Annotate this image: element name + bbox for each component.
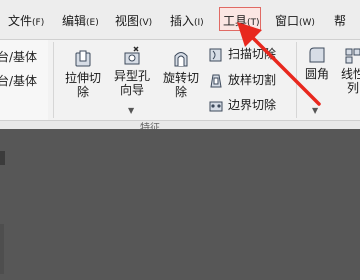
menu-help[interactable]: 帮 (334, 12, 346, 29)
hole-wizard-icon (124, 46, 140, 65)
hole-wizard-button[interactable]: 异型孔 向导 ▼ (108, 46, 156, 115)
fillet-label: 圆角 (304, 67, 329, 81)
boundary-cut-label: 边界切除 (228, 98, 277, 112)
menu-tools-key: (T) (247, 18, 260, 28)
menu-file-label: 文件 (8, 14, 33, 28)
fillet-button[interactable]: 圆角 ▼ (300, 46, 334, 115)
menu-edit[interactable]: 编辑(E) (62, 12, 99, 29)
menu-insert-key: (I) (194, 18, 204, 28)
ribbon-separator (53, 42, 54, 118)
extrude-cut-button[interactable]: 拉伸切 除 (60, 50, 106, 99)
menu-window[interactable]: 窗口(W) (275, 12, 315, 29)
menu-window-label: 窗口 (275, 14, 300, 28)
canvas-shade (0, 224, 4, 274)
revolve-cut-button[interactable]: 旋转切 除 (158, 50, 204, 99)
menu-tools[interactable]: 工具(T) (223, 12, 260, 29)
hole-wizard-label-2: 向导 (119, 83, 144, 97)
boundary-cut-button[interactable]: 边界切除 (208, 96, 276, 114)
command-ribbon: 台/基体 台/基体 拉伸切 除 异型孔 向导 ▼ 旋转切 除 扫描切除 放样切割… (0, 40, 360, 120)
extrude-cut-icon (75, 50, 91, 67)
hole-wizard-dropdown-icon[interactable]: ▼ (128, 104, 134, 118)
menu-insert-label: 插入 (170, 14, 195, 28)
revolve-cut-icon (174, 52, 188, 67)
revolve-cut-label-2: 除 (174, 85, 187, 99)
menu-view-key: (V) (139, 18, 153, 28)
swept-cut-icon (209, 48, 222, 61)
canvas-edge-mark (0, 151, 5, 165)
fillet-icon (309, 47, 325, 63)
extrude-cut-label-1: 拉伸切 (64, 71, 101, 85)
loft-cut-icon (210, 74, 222, 87)
menu-edit-key: (E) (86, 18, 99, 28)
graphics-area[interactable] (0, 129, 360, 280)
loft-cut-button[interactable]: 放样切割 (208, 71, 276, 89)
linear-pattern-label-1: 线性 (340, 67, 360, 81)
linear-pattern-icon (345, 48, 360, 64)
menu-view-label: 视图 (115, 14, 140, 28)
boundary-cut-icon (209, 101, 223, 111)
menu-help-label: 帮 (334, 14, 347, 28)
menu-tools-label: 工具 (223, 14, 248, 28)
menu-insert[interactable]: 插入(I) (170, 12, 204, 29)
revolve-cut-label-1: 旋转切 (162, 71, 199, 85)
menu-window-key: (W) (299, 18, 315, 28)
menu-edit-label: 编辑 (62, 14, 87, 28)
ribbon-left-column: 台/基体 台/基体 (0, 40, 48, 120)
swept-cut-label: 扫描切除 (228, 47, 277, 61)
menu-bar: 文件(F) 编辑(E) 视图(V) 插入(I) 工具(T) 窗口(W) 帮 (0, 0, 360, 40)
boss-base-entry-1[interactable]: 台/基体 (0, 48, 37, 65)
extrude-cut-label-2: 除 (76, 85, 89, 99)
linear-pattern-button[interactable]: 线性 列 (336, 46, 360, 95)
linear-pattern-label-2: 列 (346, 81, 359, 95)
boss-base-entry-2[interactable]: 台/基体 (0, 72, 37, 89)
swept-cut-button[interactable]: 扫描切除 (208, 45, 276, 63)
fillet-dropdown-icon[interactable]: ▼ (312, 104, 318, 118)
loft-cut-label: 放样切割 (228, 73, 277, 87)
hole-wizard-label-1: 异型孔 (113, 69, 150, 83)
menu-file[interactable]: 文件(F) (8, 12, 44, 29)
menu-file-key: (F) (32, 18, 45, 28)
menu-view[interactable]: 视图(V) (115, 12, 152, 29)
ribbon-separator-2 (296, 42, 297, 118)
